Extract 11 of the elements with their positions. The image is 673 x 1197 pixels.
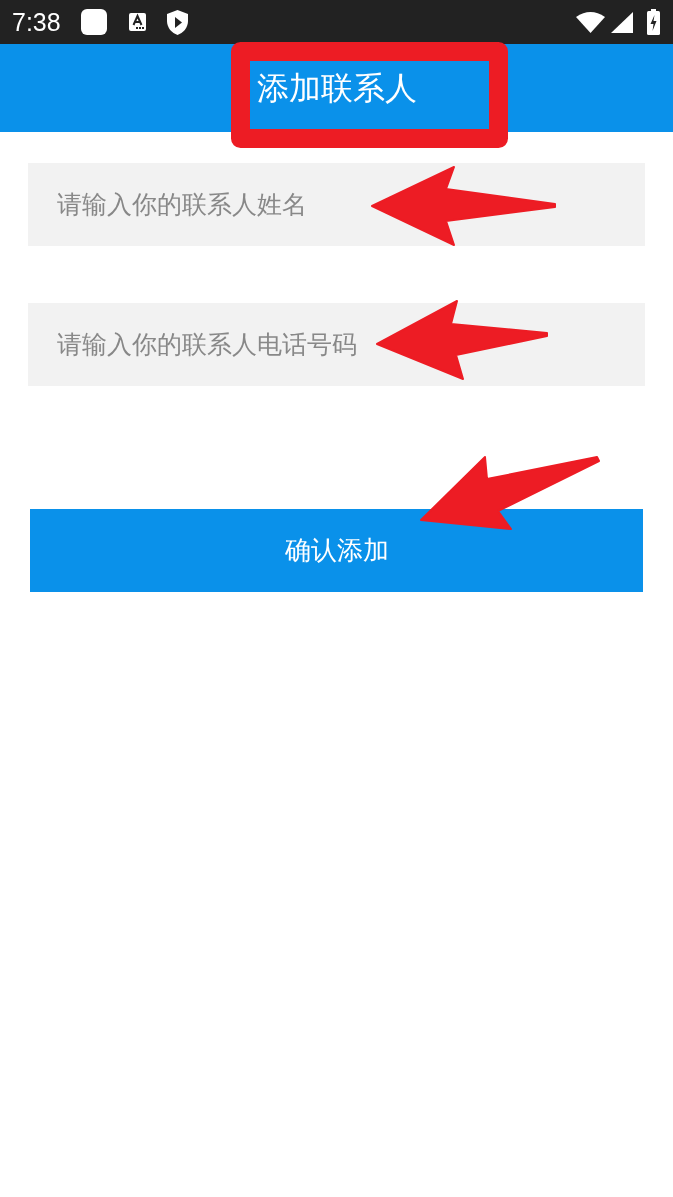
battery-icon [647,9,660,35]
clock-time: 7:38 [12,7,61,37]
page-title: 添加联系人 [256,68,417,108]
wifi-icon [576,11,605,33]
confirm-button[interactable]: 确认添加 [30,509,643,592]
shield-icon [166,9,188,35]
input-field[interactable]: 请输入你的联系人姓名 [28,163,645,246]
font-icon [128,13,146,31]
rounded-square-icon [80,9,107,35]
input-field[interactable]: 请输入你的联系人电话号码 [28,303,645,386]
signal-icon [611,11,633,33]
